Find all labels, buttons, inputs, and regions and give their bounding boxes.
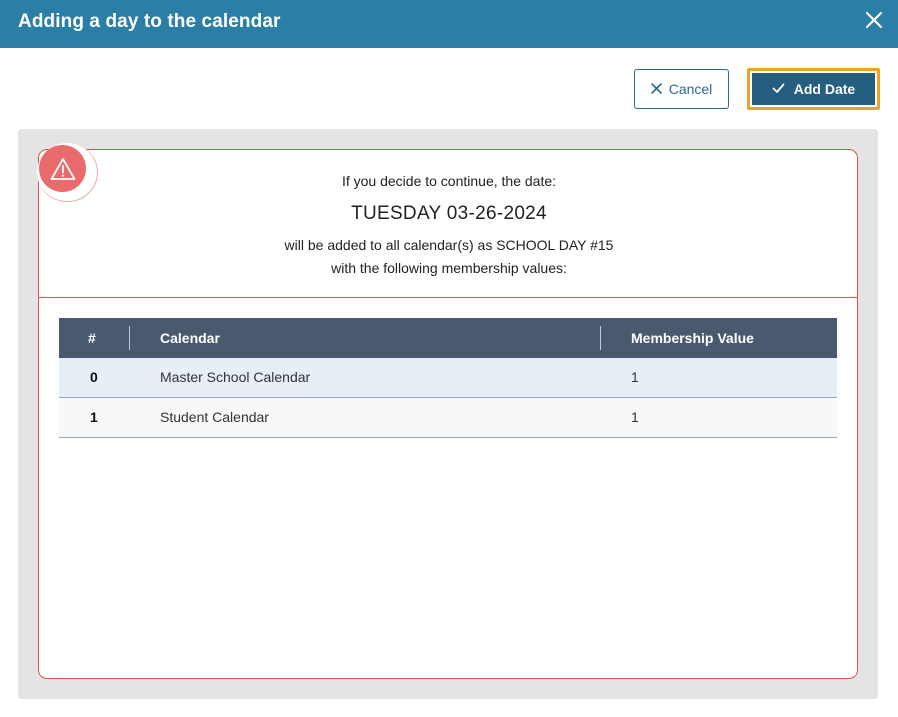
message-date: TUESDAY 03-26-2024 xyxy=(351,203,547,224)
check-icon xyxy=(772,81,785,97)
header-separator xyxy=(600,326,601,350)
x-icon xyxy=(650,81,662,97)
table-row[interactable]: 1 Student Calendar 1 xyxy=(59,398,837,438)
cancel-button[interactable]: Cancel xyxy=(634,69,729,109)
row-membership-value: 1 xyxy=(631,409,639,425)
message-school-day: will be added to all calendar(s) as SCHO… xyxy=(284,237,614,253)
close-icon[interactable] xyxy=(864,10,884,30)
table-row[interactable]: 0 Master School Calendar 1 xyxy=(59,358,837,398)
add-date-label: Add Date xyxy=(793,81,856,97)
add-date-focus-ring: Add Date xyxy=(747,68,880,110)
row-membership-value: 1 xyxy=(631,369,639,385)
message-membership: with the following membership values: xyxy=(331,260,567,276)
header-number: # xyxy=(88,330,96,346)
header-calendar: Calendar xyxy=(160,330,220,346)
warning-badge xyxy=(37,143,98,202)
add-date-button[interactable]: Add Date xyxy=(752,73,875,105)
header-membership-value: Membership Value xyxy=(631,330,754,346)
table-header: # Calendar Membership Value xyxy=(59,318,837,358)
row-calendar: Student Calendar xyxy=(160,409,269,425)
message-intro: If you decide to continue, the date: xyxy=(341,173,557,189)
confirmation-card: If you decide to continue, the date: TUE… xyxy=(38,149,858,679)
dialog-title: Adding a day to the calendar xyxy=(18,11,281,32)
row-calendar: Master School Calendar xyxy=(160,369,311,385)
warning-icon xyxy=(39,145,86,192)
membership-table: # Calendar Membership Value 0 Master Sch… xyxy=(59,318,837,658)
header-separator xyxy=(129,326,130,350)
dialog-titlebar: Adding a day to the calendar xyxy=(0,0,898,48)
row-number: 1 xyxy=(90,409,98,425)
row-number: 0 xyxy=(90,369,98,385)
card-divider xyxy=(39,297,857,298)
cancel-label: Cancel xyxy=(668,81,713,97)
